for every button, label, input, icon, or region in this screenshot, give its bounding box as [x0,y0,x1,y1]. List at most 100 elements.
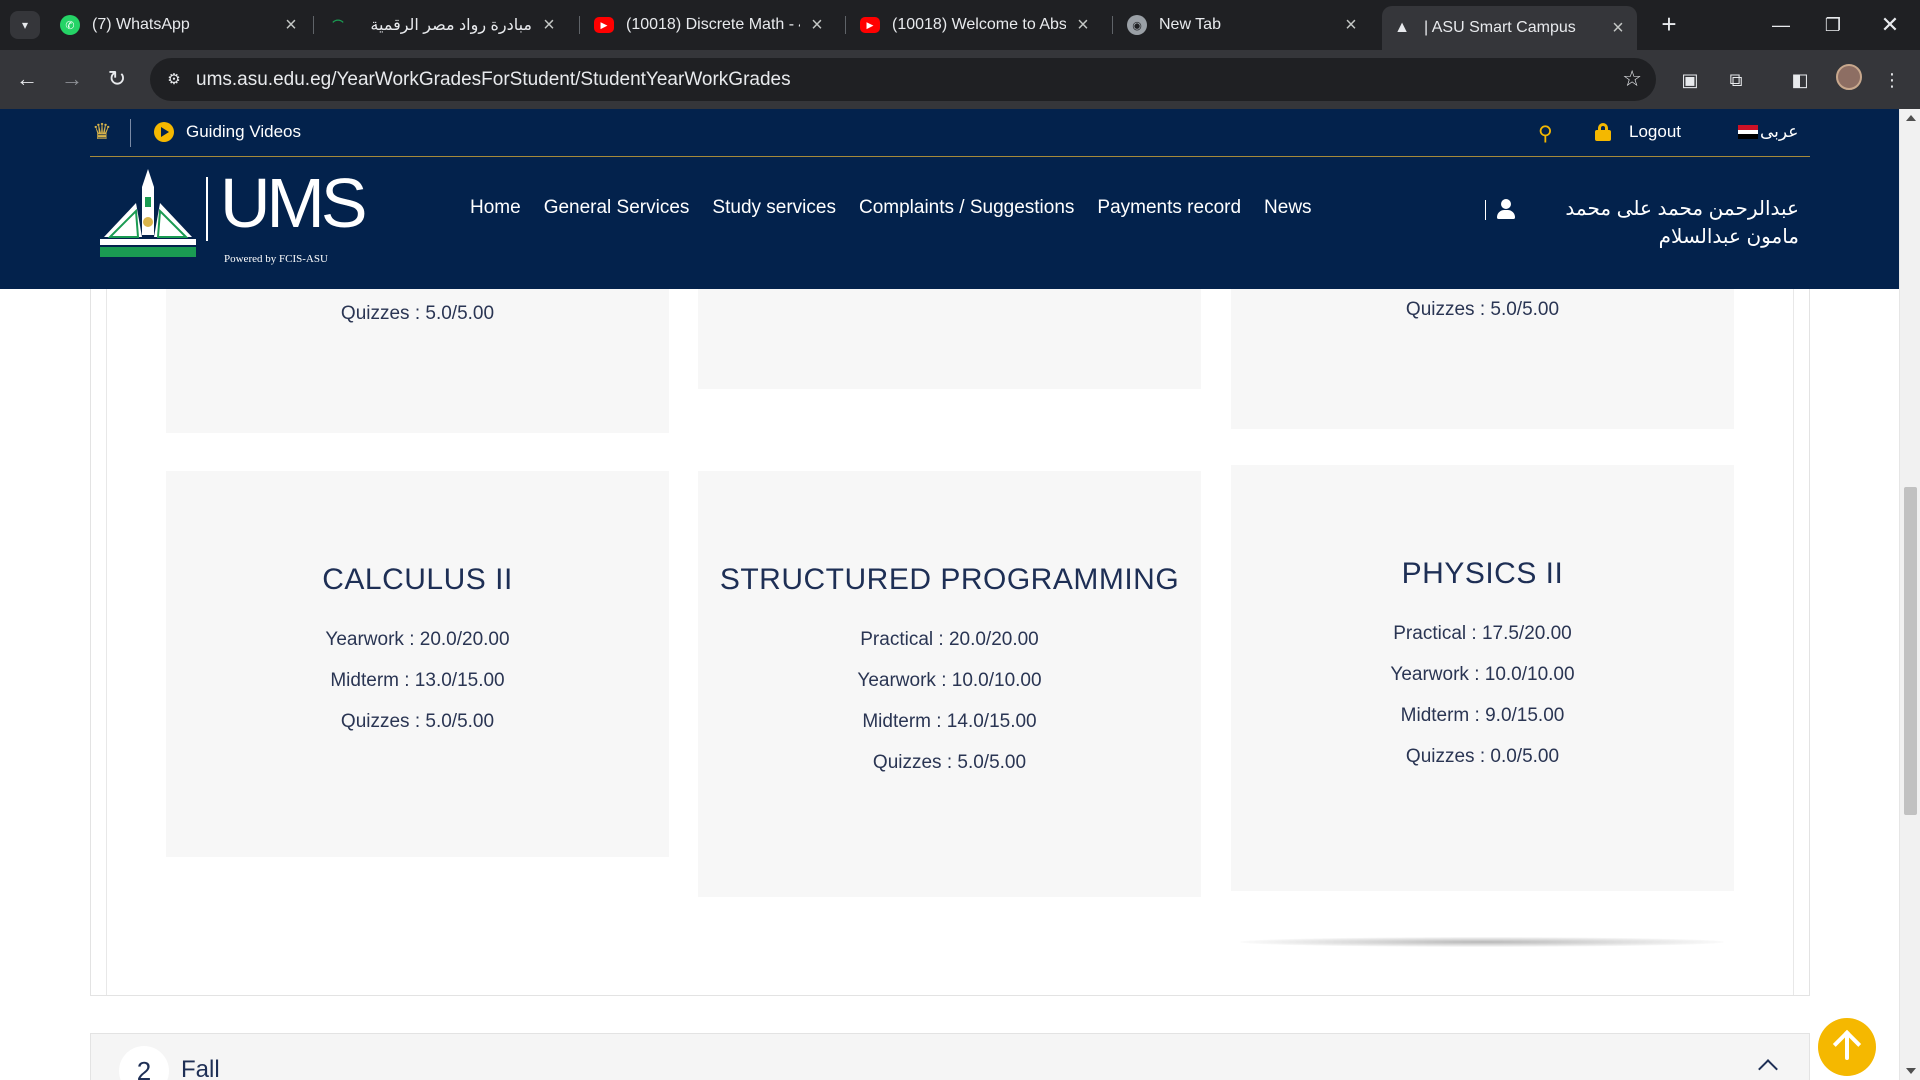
grade-line: Midterm : 13.0/15.00 [330,670,505,691]
logo-powered-text: Powered by FCIS-ASU [224,253,328,265]
grade-line: Practical : 17.5/20.00 [1393,623,1572,644]
grade-line: Yearwork : 10.0/10.00 [1390,664,1575,685]
course-card: Quizzes : 5.0/5.00 [166,289,669,433]
close-icon[interactable]: × [1609,17,1627,40]
grade-line: Quizzes : 5.0/5.00 [1405,299,1560,320]
language-switch[interactable]: عربى [1738,122,1798,142]
course-card-calculus-ii: CALCULUS II Yearwork : 20.0/20.00 Midter… [166,471,669,857]
grade-line: Yearwork : 10.0/10.00 [857,670,1042,691]
semester-label: Fall [181,1056,220,1080]
egypt-emblem-icon: ♛ [92,119,112,144]
ums-logo[interactable]: UMS Powered by FCIS-ASU [96,164,368,267]
grade-line: Midterm : 9.0/15.00 [1400,705,1565,726]
nav-news[interactable]: News [1264,197,1312,219]
asu-icon: ▲ [1394,19,1410,36]
nav-home[interactable]: Home [470,197,521,219]
close-window-button[interactable]: ✕ [1870,8,1910,42]
tab-new-tab[interactable]: ◉ New Tab × [1117,6,1370,44]
ain-shams-university-logo [100,169,196,257]
grade-line: Quizzes : 0.0/5.00 [1405,746,1560,767]
user-name[interactable]: عبدالرحمن محمد على محمد مامون عبدالسلام [1520,195,1799,251]
chrome-icon: ◉ [1127,15,1147,35]
course-card: Quizzes : 5.0/5.00 [1231,289,1734,429]
back-button[interactable]: ← [10,62,44,96]
chevron-up-icon[interactable] [1758,1059,1778,1079]
url-text[interactable]: ums.asu.edu.eg/YearWorkGradesForStudent/… [196,69,791,91]
logo-ums-text: UMS [220,164,368,242]
menu-icon[interactable]: ⋮ [1878,66,1906,94]
close-icon[interactable]: × [282,14,300,37]
tab-title: مبادرة رواد مصر الرقمية [370,17,532,34]
browser-toolbar: ← → ↻ ⚙ ums.asu.edu.eg/YearWorkGradesFor… [0,50,1920,109]
guiding-videos-label: Guiding Videos [186,122,301,141]
tab-title: New Tab [1159,16,1221,33]
close-icon[interactable]: × [1074,14,1092,37]
bookmark-star-icon[interactable]: ☆ [1622,66,1642,92]
tab-whatsapp[interactable]: ✆ (7) WhatsApp × [50,6,310,44]
grade-line: Quizzes : 5.0/5.00 [340,303,495,324]
grade-line: Yearwork : 20.0/20.00 [325,629,510,650]
course-name: STRUCTURED PROGRAMMING [719,563,1180,596]
youtube-icon: ▶ [594,17,614,33]
close-icon[interactable]: × [540,14,558,37]
tab-discrete-math[interactable]: ▶ (10018) Discrete Math - 4.3 × [584,6,836,44]
reload-button[interactable]: ↻ [100,62,134,96]
nav-study-services[interactable]: Study services [712,197,836,219]
logout-label: Logout [1629,122,1681,141]
course-card-structured-programming: STRUCTURED PROGRAMMING Practical : 20.0/… [698,471,1201,897]
tab-asu-smart-campus[interactable]: ▲ | ASU Smart Campus × [1382,6,1637,50]
grade-line: Midterm : 14.0/15.00 [862,711,1037,732]
nav-complaints-suggestions[interactable]: Complaints / Suggestions [859,197,1074,219]
course-name: CALCULUS II [322,563,513,596]
main-navigation: Home General Services Study services Com… [470,197,1335,219]
tab-title: (10018) Discrete Math - 4.3 [626,16,800,33]
egypt-flag-icon [1738,125,1758,140]
address-bar[interactable]: ⚙ ums.asu.edu.eg/YearWorkGradesForStuden… [150,58,1656,101]
rowad-icon: ⌒ [332,20,344,32]
youtube-icon: ▶ [860,17,880,33]
minimize-button[interactable]: — [1761,8,1801,42]
semester-accordion-header[interactable]: 2 Fall [90,1033,1810,1080]
search-icon[interactable]: ⚲ [1538,121,1553,146]
play-icon [154,122,174,142]
site-header: ♛ Guiding Videos ⚲ Logout عربى UMS Power… [0,109,1899,289]
tab-abstract[interactable]: ▶ (10018) Welcome to Abstra × [850,6,1102,44]
restore-button[interactable]: ❐ [1813,8,1853,42]
course-name: PHYSICS II [1401,557,1564,590]
forward-button[interactable]: → [55,62,89,96]
side-panel-icon[interactable]: ◧ [1786,66,1814,94]
user-icon [1497,199,1515,219]
guiding-videos-link[interactable]: Guiding Videos [154,122,301,142]
whatsapp-icon: ✆ [60,15,80,35]
nav-payments-record[interactable]: Payments record [1097,197,1241,219]
scroll-to-top-button[interactable] [1818,1018,1876,1076]
grade-line: Quizzes : 5.0/5.00 [340,711,495,732]
profile-avatar[interactable] [1836,64,1862,90]
tab-rowad[interactable]: ⌒ مبادرة رواد مصر الرقمية × [318,6,568,44]
scroll-down-arrow-icon[interactable] [1906,1068,1916,1074]
nav-general-services[interactable]: General Services [544,197,690,219]
course-card-physics-ii: PHYSICS II Practical : 17.5/20.00 Yearwo… [1231,465,1734,891]
tab-search-button[interactable]: ▾ [10,11,40,39]
browser-tab-bar: ▾ ✆ (7) WhatsApp × ⌒ مبادرة رواد مصر الر… [0,0,1920,50]
card-shadow [1240,937,1724,947]
course-card [698,289,1201,389]
site-settings-icon[interactable]: ⚙ [162,68,186,92]
new-tab-button[interactable]: + [1654,10,1684,40]
scroll-up-arrow-icon[interactable] [1906,115,1916,121]
extensions-icon[interactable]: ⧉ [1722,66,1750,94]
tab-title: (7) WhatsApp [92,16,190,33]
semester-number: 2 [119,1046,169,1080]
grade-line: Practical : 20.0/20.00 [860,629,1039,650]
scrollbar-thumb[interactable] [1904,487,1917,815]
tab-title: (10018) Welcome to Abstra [892,16,1066,33]
logout-button[interactable]: Logout [1595,122,1681,142]
language-label: عربى [1760,122,1799,141]
screen-capture-icon[interactable]: ▣ [1676,66,1704,94]
grade-line: Quizzes : 5.0/5.00 [872,752,1027,773]
close-icon[interactable]: × [808,14,826,37]
close-icon[interactable]: × [1342,14,1360,37]
header-top-strip: ♛ Guiding Videos ⚲ Logout عربى [90,109,1810,157]
page-scrollbar[interactable] [1899,109,1920,1080]
lock-icon [1595,123,1611,141]
